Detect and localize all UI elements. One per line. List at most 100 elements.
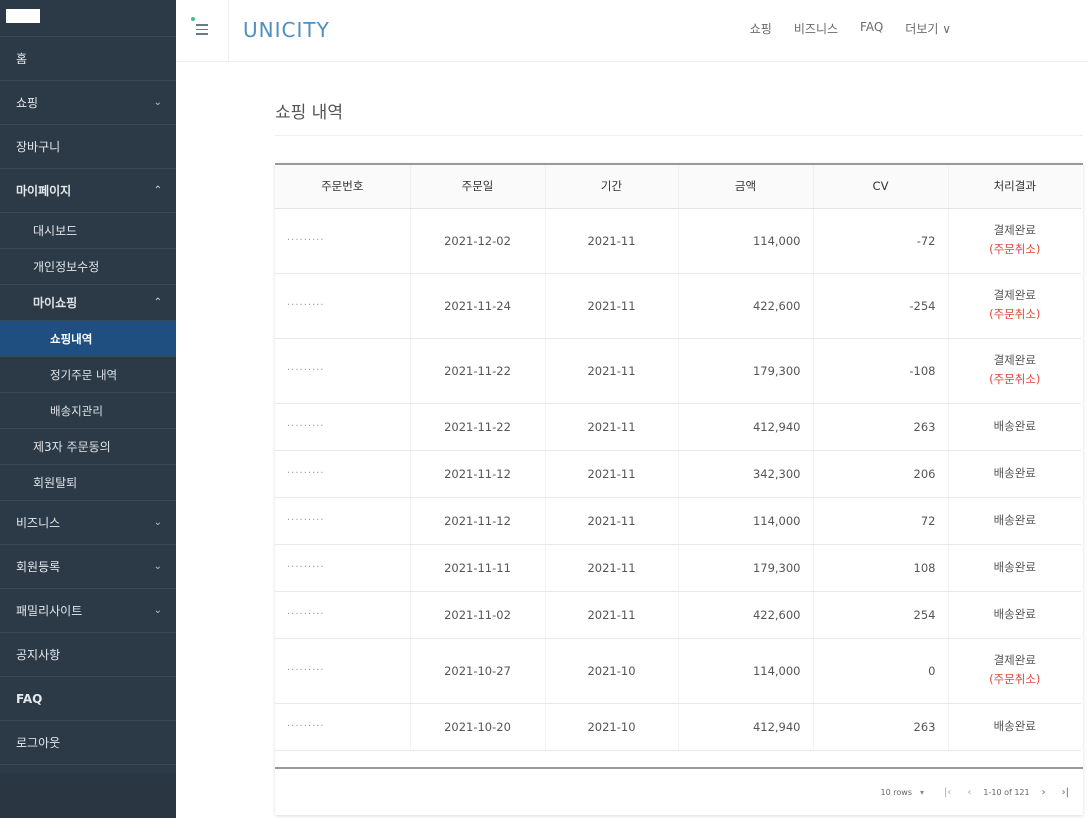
last-page-icon[interactable]: ›|	[1058, 787, 1073, 798]
result-cell: 배송완료	[948, 497, 1081, 545]
table-row[interactable]: ········· 2021-11-02 2021-11 422,600 254 배송완료	[275, 591, 1081, 639]
nav-more-dropdown[interactable]: 더보기 ∨	[905, 20, 951, 37]
table-row[interactable]: ········· 2021-11-24 2021-11 422,600 -254 결제완…	[275, 273, 1081, 339]
period-cell: 2021-11	[545, 273, 679, 339]
column-header-cv[interactable]: CV	[813, 165, 949, 209]
order-number-cell[interactable]: ·········	[275, 403, 411, 451]
order-date-cell: 2021-11-22	[410, 338, 546, 404]
order-number-cell[interactable]: ·········	[275, 591, 411, 639]
order-number-cell[interactable]: ·········	[275, 273, 411, 339]
order-date-cell: 2021-11-24	[410, 273, 546, 339]
sidebar-item-home[interactable]: 홈	[0, 37, 176, 81]
next-page-icon[interactable]: ›	[1038, 787, 1050, 798]
table-row[interactable]: ········· 2021-10-20 2021-10 412,940 263 배송완료	[275, 703, 1081, 751]
table-row[interactable]: ········· 2021-12-02 2021-11 114,000 -72 결제완료…	[275, 208, 1081, 274]
period-cell: 2021-11	[545, 544, 679, 592]
hamburger-icon	[196, 24, 208, 38]
nav-faq-link[interactable]: FAQ	[860, 20, 883, 37]
sidebar-item-faq[interactable]: FAQ	[0, 677, 176, 721]
table-row[interactable]: ········· 2021-11-22 2021-11 412,940 263 배송완료	[275, 403, 1081, 451]
sidebar-item-shopping[interactable]: 쇼핑 ⌄	[0, 81, 176, 125]
caret-down-icon[interactable]: ▾	[920, 788, 924, 797]
sidebar-item-dashboard[interactable]: 대시보드	[0, 213, 176, 249]
sidebar-item-my-shopping[interactable]: 마이쇼핑 ⌃	[0, 285, 176, 321]
table-row[interactable]: ········· 2021-11-11 2021-11 179,300 108 배송완료	[275, 544, 1081, 592]
brand-logo[interactable]: UNICITY	[243, 18, 330, 42]
sidebar-item-logout[interactable]: 로그아웃	[0, 721, 176, 765]
column-header-result[interactable]: 처리결과	[948, 165, 1081, 209]
order-number-cell[interactable]: ·········	[275, 638, 411, 704]
order-date-cell: 2021-11-11	[410, 544, 546, 592]
chevron-down-icon: ⌄	[153, 97, 162, 108]
sidebar-item-cart[interactable]: 장바구니	[0, 125, 176, 169]
table-row[interactable]: ········· 2021-11-22 2021-11 179,300 -108 결제완…	[275, 338, 1081, 404]
page-range-label: 1-10 of 121	[983, 787, 1030, 797]
sidebar-item-label: 쇼핑내역	[50, 331, 93, 346]
nav-business-link[interactable]: 비즈니스	[794, 20, 838, 37]
prev-page-icon[interactable]: ‹	[963, 787, 975, 798]
sidebar-item-family-site[interactable]: 패밀리사이트 ⌄	[0, 589, 176, 633]
order-date-cell: 2021-11-12	[410, 450, 546, 498]
order-number-cell[interactable]: ·········	[275, 450, 411, 498]
table-row[interactable]: ········· 2021-11-12 2021-11 342,300 206 배송완료	[275, 450, 1081, 498]
first-page-icon[interactable]: |‹	[940, 787, 955, 798]
sidebar-item-label: FAQ	[16, 691, 43, 706]
cv-cell: 254	[813, 591, 949, 639]
result-cell: 배송완료	[948, 450, 1081, 498]
cv-cell: 206	[813, 450, 949, 498]
order-number-cell[interactable]: ·········	[275, 338, 411, 404]
sidebar-item-subscription-history[interactable]: 정기주문 내역	[0, 357, 176, 393]
sidebar-item-mypage[interactable]: 마이페이지 ⌃	[0, 169, 176, 213]
sidebar-item-address-management[interactable]: 배송지관리	[0, 393, 176, 429]
table-row[interactable]: ········· 2021-10-27 2021-10 114,000 0 결제완료 (주…	[275, 638, 1081, 704]
column-header-period[interactable]: 기간	[545, 165, 679, 209]
cv-cell: 108	[813, 544, 949, 592]
order-date-cell: 2021-11-02	[410, 591, 546, 639]
column-header-amount[interactable]: 금액	[678, 165, 814, 209]
sidebar-item-withdraw[interactable]: 회원탈퇴	[0, 465, 176, 501]
status-label: 배송완료	[993, 465, 1036, 480]
sidebar-item-business[interactable]: 비즈니스 ⌄	[0, 501, 176, 545]
order-date-cell: 2021-11-22	[410, 403, 546, 451]
sidebar-item-shopping-history[interactable]: 쇼핑내역	[0, 321, 176, 357]
cancel-note: (주문취소)	[989, 672, 1041, 686]
menu-toggle-button[interactable]	[176, 0, 229, 62]
cv-cell: 263	[813, 703, 949, 751]
order-number-cell[interactable]: ·········	[275, 497, 411, 545]
result-cell: 배송완료	[948, 703, 1081, 751]
sidebar-item-label: 공지사항	[16, 648, 61, 662]
amount-cell: 412,940	[678, 703, 814, 751]
sidebar-item-member-register[interactable]: 회원등록 ⌄	[0, 545, 176, 589]
rows-per-page-select[interactable]: 10 rows	[881, 788, 912, 797]
page-title: 쇼핑 내역	[275, 103, 343, 123]
sidebar-item-third-party-consent[interactable]: 제3자 주문동의	[0, 429, 176, 465]
sidebar: 홈 쇼핑 ⌄ 장바구니 마이페이지 ⌃ 대시보드 개인정보수정 마이쇼핑 ⌃ 쇼핑내역…	[0, 0, 176, 818]
sidebar-item-label: 홈	[16, 52, 28, 66]
order-number-cell[interactable]: ·········	[275, 544, 411, 592]
shopping-history-table: 주문번호 주문일 기간 금액 CV 처리결과 ········· 2021-12-…	[275, 163, 1083, 815]
order-number-cell[interactable]: ·········	[275, 703, 411, 751]
table-row[interactable]: ········· 2021-11-12 2021-11 114,000 72 배송완료	[275, 497, 1081, 545]
cv-cell: -254	[813, 273, 949, 339]
period-cell: 2021-10	[545, 638, 679, 704]
sidebar-item-notice[interactable]: 공지사항	[0, 633, 176, 677]
result-cell: 결제완료 (주문취소)	[948, 208, 1081, 274]
amount-cell: 179,300	[678, 338, 814, 404]
cancel-note: (주문취소)	[989, 372, 1041, 386]
nav-shopping-link[interactable]: 쇼핑	[750, 20, 772, 37]
column-header-order-date[interactable]: 주문일	[410, 165, 546, 209]
pagination-bar: 10 rows ▾ |‹ ‹ 1-10 of 121 › ›|	[275, 767, 1083, 815]
order-date-cell: 2021-11-12	[410, 497, 546, 545]
amount-cell: 179,300	[678, 544, 814, 592]
sidebar-item-profile-edit[interactable]: 개인정보수정	[0, 249, 176, 285]
cv-cell: -72	[813, 208, 949, 274]
sidebar-item-label: 회원등록	[16, 560, 61, 574]
sidebar-item-label: 제3자 주문동의	[33, 440, 111, 454]
order-number-cell[interactable]: ·········	[275, 208, 411, 274]
amount-cell: 422,600	[678, 273, 814, 339]
status-label: 결제완료	[993, 653, 1036, 668]
chevron-up-icon: ⌃	[153, 297, 162, 308]
amount-cell: 342,300	[678, 450, 814, 498]
column-header-order-number[interactable]: 주문번호	[275, 165, 411, 209]
cancel-note: (주문취소)	[989, 242, 1041, 256]
